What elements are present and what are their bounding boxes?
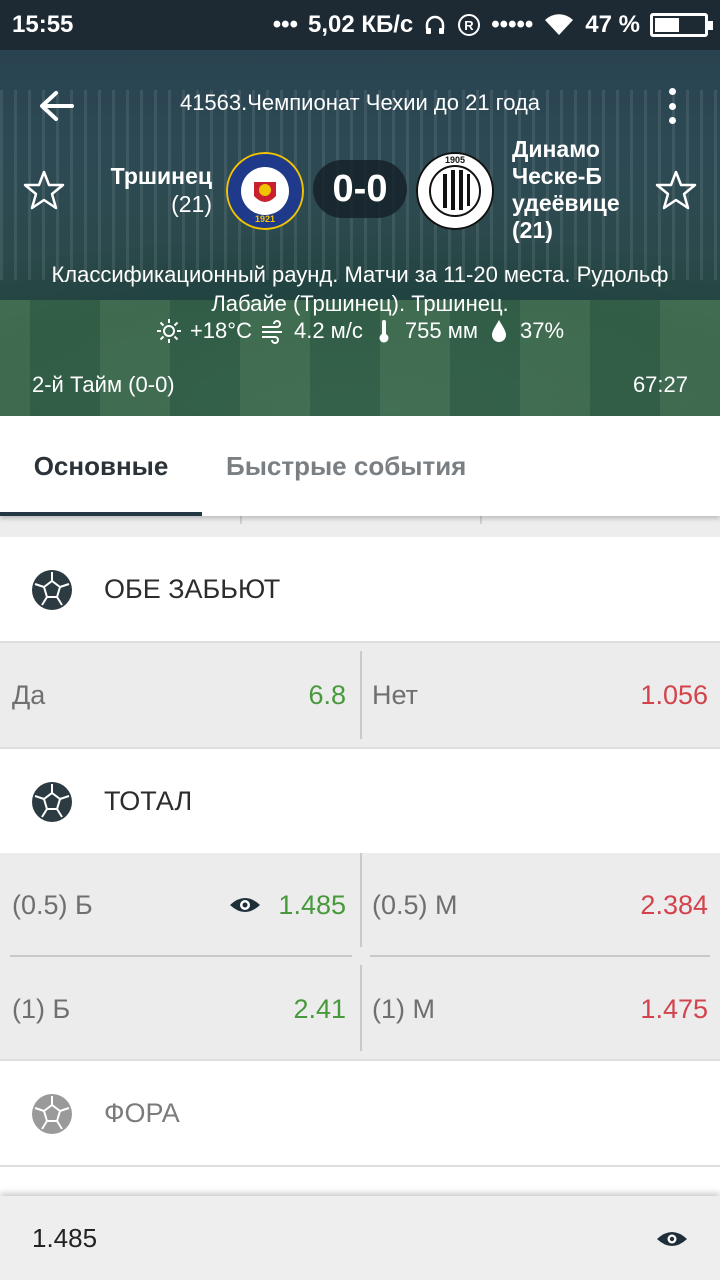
market-both-score-header[interactable]: ОБЕ ЗАБЬЮТ (0, 537, 720, 641)
market-title: ТОТАЛ (104, 785, 193, 816)
outcome-label: (0.5) Б (12, 889, 93, 920)
market-title: ФОРА (104, 1097, 180, 1128)
battery-percent: 47 % (585, 11, 640, 38)
favorite-home-star-icon[interactable] (22, 168, 66, 212)
match-info-line-1: Классификационный раунд. Матчи за 11-20 … (51, 262, 669, 287)
odd-cell-no[interactable]: Нет 1.056 (362, 643, 720, 747)
odd-value: 1.056 (640, 679, 708, 710)
svg-text:R: R (465, 18, 475, 33)
thermometer-icon (379, 320, 389, 343)
signal-dots-icon: ••••• (491, 11, 534, 38)
status-bar: 15:55 ••• 5,02 КБ/с R ••••• 47 % (0, 0, 720, 50)
league-title: 41563.Чемпионат Чехии до 21 года (179, 90, 541, 115)
screen: 15:55 ••• 5,02 КБ/с R ••••• 47 % 41563.Ч… (0, 0, 720, 1280)
status-right: ••• 5,02 КБ/с R ••••• 47 % (272, 11, 713, 39)
outcome-label: (1) М (372, 993, 435, 1024)
battery-icon (650, 13, 713, 37)
away-team-logo: 1905 (416, 152, 494, 230)
match-info: Классификационный раунд. Матчи за 11-20 … (14, 260, 706, 318)
away-team-line-2: Ческе-Б (512, 163, 602, 189)
svg-text:1905: 1905 (445, 155, 465, 165)
row-divider (370, 955, 710, 957)
away-team-line-4: (21) (512, 217, 553, 243)
market-both-score-row: Да 6.8 Нет 1.056 (0, 643, 720, 747)
humidity-drop-icon (491, 320, 506, 342)
weather-humidity: 37% (519, 318, 565, 343)
scroll-edge-strip (0, 516, 720, 536)
odd-cell-yes[interactable]: Да 6.8 (0, 643, 360, 747)
weather-wind: 4.2 м/с (293, 318, 363, 343)
bet-slip-value: 1.485 (32, 1222, 98, 1253)
odd-value: 2.384 (640, 889, 708, 920)
more-menu-icon[interactable] (664, 88, 680, 124)
eye-icon (230, 898, 261, 912)
status-time: 15:55 (12, 11, 74, 38)
away-team-line-3: удеёвице (512, 190, 620, 216)
weather-temperature: +18°C (189, 318, 252, 343)
match-info-line-2: Лабайе (Тршинец). Тршинец. (211, 291, 509, 316)
bet-slip-bar[interactable]: 1.485 (0, 1196, 720, 1280)
market-total-row-2: (1) Б 2.41 (1) М 1.475 (0, 957, 720, 1061)
wifi-icon (545, 14, 574, 36)
weather-pressure: 755 мм (404, 318, 478, 343)
outcome-label: (0.5) М (372, 889, 458, 920)
home-team-name: Тршинец (110, 163, 212, 189)
registered-icon: R (458, 14, 481, 36)
odd-cell-over-1[interactable]: (1) Б 2.41 (0, 957, 360, 1061)
away-team-line-1: Динамо (512, 136, 600, 162)
market-total-header[interactable]: ТОТАЛ (0, 749, 720, 853)
outcome-label: Да (12, 679, 46, 710)
more-dots-icon: ••• (272, 11, 298, 38)
headphones-icon (426, 15, 445, 34)
market-total-row-1: (0.5) Б 1.485 (0.5) М 2.384 (0, 853, 720, 957)
eye-icon[interactable] (656, 1229, 688, 1249)
market-handicap-header[interactable]: ФОРА (0, 1061, 720, 1165)
home-team-logo: 1921 (226, 152, 304, 230)
odd-cell-under-1[interactable]: (1) М 1.475 (362, 957, 720, 1061)
weather-row: +18°C 4.2 м/с 755 мм 37% (0, 318, 720, 344)
sun-icon (156, 319, 181, 343)
outcome-label: Нет (372, 679, 418, 710)
home-team-age: (21) (171, 191, 212, 217)
odd-cell-over-0-5[interactable]: (0.5) Б 1.485 (0, 853, 360, 957)
tab-quick-events[interactable]: Быстрые события (202, 416, 466, 516)
football-icon (32, 570, 72, 610)
tab-bar: Основные Быстрые события (0, 416, 720, 516)
svg-text:1921: 1921 (255, 214, 275, 224)
wind-icon (261, 320, 282, 344)
outcome-label: (1) Б (12, 993, 71, 1024)
back-arrow-icon[interactable] (36, 88, 76, 124)
header-top: 41563.Чемпионат Чехии до 21 года (0, 86, 720, 126)
football-icon (32, 782, 72, 822)
battery-fill (655, 18, 680, 32)
odd-value: 1.485 (278, 889, 346, 920)
football-icon (32, 1094, 72, 1134)
match-score: 0-0 (313, 160, 407, 218)
match-period: 2-й Тайм (0-0) (32, 372, 175, 397)
market-title: ОБЕ ЗАБЬЮТ (104, 573, 281, 604)
favorite-away-star-icon[interactable] (654, 168, 698, 212)
match-clock: 67:27 (632, 372, 688, 397)
odd-value: 1.475 (640, 993, 708, 1024)
odd-cell-under-0-5[interactable]: (0.5) М 2.384 (362, 853, 720, 957)
odd-value: 6.8 (308, 679, 346, 710)
away-team: Динамо Ческе-Б удеёвице (21) (512, 136, 652, 244)
match-header: 41563.Чемпионат Чехии до 21 года Тршинец… (0, 50, 720, 416)
odd-value: 2.41 (293, 993, 346, 1024)
row-divider (10, 955, 352, 957)
network-speed: 5,02 КБ/с (307, 11, 414, 38)
home-team: Тршинец (21) (90, 162, 212, 218)
tab-main[interactable]: Основные (0, 416, 202, 516)
